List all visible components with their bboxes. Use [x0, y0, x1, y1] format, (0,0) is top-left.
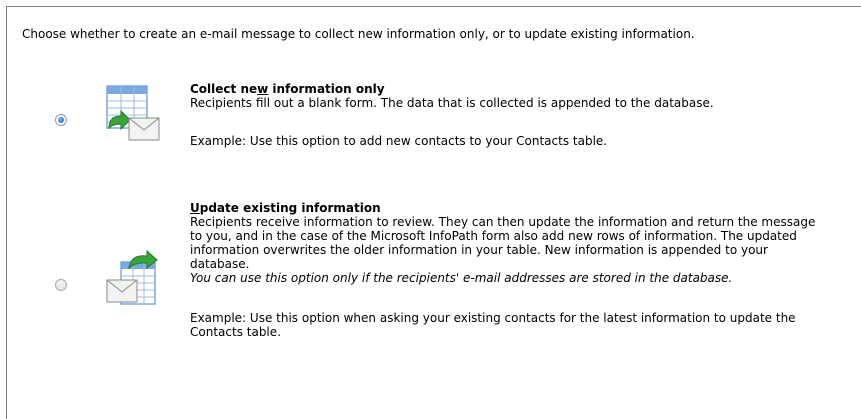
option-example-line: Example: Use this option when asking you… — [190, 311, 796, 325]
email-with-table-refresh-icon — [105, 249, 163, 313]
instruction-text: Choose whether to create an e-mail messa… — [22, 27, 695, 41]
option-description-line: Recipients receive information to review… — [190, 215, 816, 229]
option-example: Example: Use this option to add new cont… — [190, 134, 608, 148]
option-description-line: information overwrites the older informa… — [190, 243, 768, 257]
option-description: Recipients fill out a blank form. The da… — [190, 96, 714, 110]
option-title: Collect new information only — [190, 82, 385, 96]
option-collect-new: Collect new information only Recipients … — [190, 82, 840, 148]
table-with-email-icon — [105, 84, 163, 147]
option-description-line: to you, and in the case of the Microsoft… — [190, 229, 797, 243]
option-update-existing: Update existing information Recipients r… — [190, 201, 840, 339]
option-description-line: database. — [190, 257, 250, 271]
option-example-line: Contacts table. — [190, 325, 281, 339]
radio-collect-new[interactable] — [55, 114, 67, 126]
option-note: You can use this option only if the reci… — [190, 271, 733, 285]
option-title: Update existing information — [190, 201, 381, 215]
radio-update-existing[interactable] — [55, 279, 67, 291]
